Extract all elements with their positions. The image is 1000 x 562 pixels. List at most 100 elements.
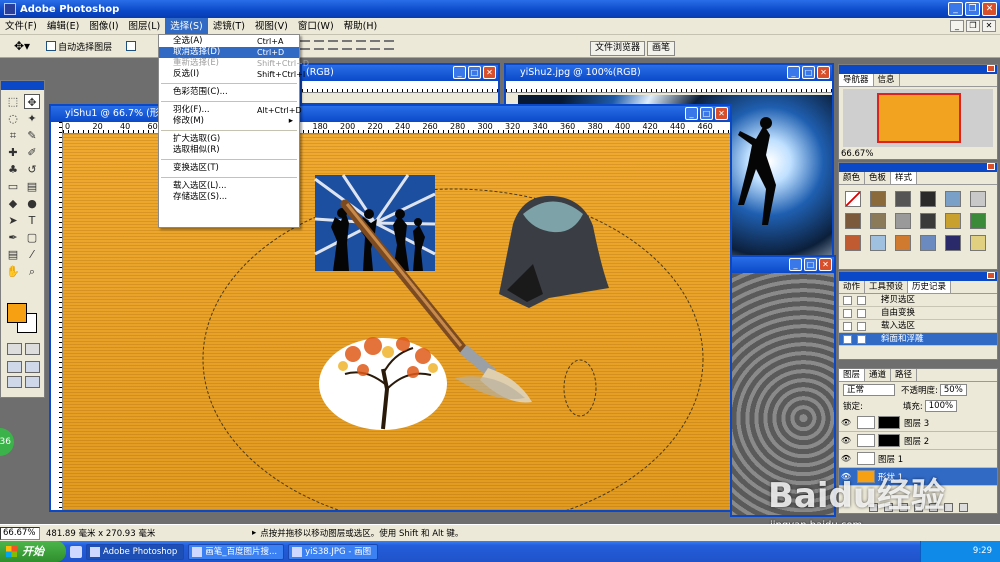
lasso-tool-icon[interactable]: ◌ <box>5 111 21 126</box>
style-swatch[interactable] <box>920 213 936 229</box>
history-row[interactable]: 自由变换 <box>839 307 997 320</box>
style-swatch[interactable] <box>970 213 986 229</box>
history-row[interactable]: 载入选区 <box>839 320 997 333</box>
menu-modify[interactable]: 修改(M) ▸ <box>159 116 299 127</box>
align-middle-icon[interactable] <box>314 40 324 50</box>
tab-layers[interactable]: 图层 <box>839 369 866 381</box>
mdi-minimize-button[interactable]: _ <box>950 20 964 32</box>
navigator-view-box[interactable] <box>877 93 961 143</box>
palette-header[interactable] <box>839 163 997 172</box>
pen-tool-icon[interactable]: ✒ <box>5 230 21 245</box>
doc-minimize-button[interactable]: _ <box>787 66 800 79</box>
restore-button[interactable]: ❐ <box>965 2 980 16</box>
menu-feather[interactable]: 羽化(F)... Alt+Ctrl+D <box>159 105 302 116</box>
layer-row[interactable]: 👁 图层 2 <box>839 432 997 450</box>
document-window-behind[interactable]: (RGB) _ □ ✕ <box>300 63 500 105</box>
screen-mode-1-icon[interactable] <box>7 361 22 373</box>
tab-history[interactable]: 历史记录 <box>908 281 952 293</box>
style-swatch[interactable] <box>970 235 986 251</box>
style-swatch[interactable] <box>870 235 886 251</box>
healing-brush-icon[interactable]: ✚ <box>5 145 21 160</box>
menu-select-all[interactable]: 全选(A) Ctrl+A <box>159 36 299 47</box>
history-checkbox[interactable] <box>843 296 852 305</box>
tab-paths[interactable]: 路径 <box>891 369 918 381</box>
gradient-tool-icon[interactable]: ▤ <box>24 179 40 194</box>
menu-filter[interactable]: 滤镜(T) <box>208 18 250 35</box>
menu-file[interactable]: 文件(F) <box>0 18 42 35</box>
doc-maximize-button[interactable]: □ <box>468 66 481 79</box>
imageready-icon[interactable] <box>25 376 40 388</box>
menu-edit[interactable]: 编辑(E) <box>42 18 84 35</box>
doc-maximize-button[interactable]: □ <box>700 107 713 120</box>
tab-channels[interactable]: 通道 <box>865 369 892 381</box>
tab-tool-presets[interactable]: 工具预设 <box>865 281 909 293</box>
menu-similar[interactable]: 选取相似(R) <box>159 145 299 156</box>
screen-mode-2-icon[interactable] <box>25 361 40 373</box>
zoom-tool-icon[interactable]: ⌕ <box>24 264 40 279</box>
doc-minimize-button[interactable]: _ <box>453 66 466 79</box>
menu-deselect[interactable]: 取消选择(D) Ctrl+D <box>159 47 299 58</box>
style-swatch[interactable] <box>845 191 861 207</box>
menu-layer[interactable]: 图层(L) <box>124 18 166 35</box>
toolbox-header[interactable] <box>1 81 44 90</box>
menu-load-selection[interactable]: 载入选区(L)... <box>159 181 299 192</box>
eye-icon[interactable]: 👁 <box>839 418 853 427</box>
task-paint[interactable]: yiS38.JPG - 画图 <box>288 543 379 560</box>
magic-wand-icon[interactable]: ✦ <box>24 111 40 126</box>
history-brush-icon[interactable]: ↺ <box>24 162 40 177</box>
style-swatch[interactable] <box>870 191 886 207</box>
style-swatch[interactable] <box>920 235 936 251</box>
type-tool-icon[interactable]: T <box>24 213 40 228</box>
dodge-tool-icon[interactable]: ● <box>24 196 40 211</box>
menu-reselect[interactable]: 重新选择(E) Shift+Ctrl+D <box>159 58 309 69</box>
menu-color-range[interactable]: 色彩范围(C)... <box>159 87 299 98</box>
doc-minimize-button[interactable]: _ <box>789 258 802 271</box>
history-row[interactable]: 拷贝选区 <box>839 294 997 307</box>
eyedropper-icon[interactable]: ⁄ <box>24 247 40 262</box>
hand-tool-icon[interactable]: ✋ <box>5 264 21 279</box>
tab-actions[interactable]: 动作 <box>839 281 866 293</box>
history-row-current[interactable]: 斜面和浮雕 <box>839 333 997 346</box>
doc-close-button[interactable]: ✕ <box>715 107 728 120</box>
menu-view[interactable]: 视图(V) <box>250 18 293 35</box>
tab-color[interactable]: 颜色 <box>839 172 866 184</box>
eye-icon[interactable]: 👁 <box>839 454 853 463</box>
screen-mode-3-icon[interactable] <box>7 376 22 388</box>
eye-icon[interactable]: 👁 <box>839 436 853 445</box>
history-checkbox[interactable] <box>843 322 852 331</box>
show-bounds-checkbox[interactable] <box>126 41 137 51</box>
palette-close-icon[interactable] <box>987 65 995 72</box>
tab-navigator[interactable]: 导航器 <box>839 74 874 86</box>
system-tray-clock[interactable]: 9:29 <box>920 541 1000 562</box>
start-button[interactable]: 开始 <box>0 541 66 562</box>
doc-close-button[interactable]: ✕ <box>817 66 830 79</box>
quickmask-mode-icon[interactable] <box>25 343 40 355</box>
task-photoshop[interactable]: Adobe Photoshop <box>86 543 185 560</box>
brushes-tab[interactable]: 画笔 <box>647 41 676 56</box>
navigator-thumbnail[interactable] <box>843 89 993 147</box>
navigator-zoom[interactable]: 66.67% <box>841 149 873 159</box>
minimize-button[interactable]: _ <box>948 2 963 16</box>
style-swatch[interactable] <box>970 191 986 207</box>
task-browser[interactable]: 画笔_百度图片搜... <box>188 543 285 560</box>
menu-select[interactable]: 选择(S) <box>165 17 208 35</box>
history-checkbox[interactable] <box>843 335 852 344</box>
distribute-2-icon[interactable] <box>356 40 366 50</box>
mdi-close-button[interactable]: ✕ <box>982 20 996 32</box>
palette-header[interactable] <box>839 65 997 74</box>
layer-row[interactable]: 👁 图层 1 <box>839 450 997 468</box>
auto-select-checkbox[interactable] <box>46 41 57 51</box>
quicklaunch-icon[interactable] <box>70 545 82 558</box>
style-swatch[interactable] <box>845 235 861 251</box>
blur-tool-icon[interactable]: ◆ <box>5 196 21 211</box>
file-browser-tab[interactable]: 文件浏览器 <box>590 41 646 56</box>
palette-header[interactable] <box>839 272 997 281</box>
path-select-icon[interactable]: ➤ <box>5 213 21 228</box>
menu-inverse[interactable]: 反选(I) Shift+Ctrl+I <box>159 69 305 80</box>
eraser-tool-icon[interactable]: ▭ <box>5 179 21 194</box>
notes-tool-icon[interactable]: ▤ <box>5 247 21 262</box>
menu-transform-selection[interactable]: 变换选区(T) <box>159 163 299 174</box>
layer-row[interactable]: 👁 图层 3 <box>839 414 997 432</box>
style-swatch[interactable] <box>945 191 961 207</box>
close-button[interactable]: ✕ <box>982 2 997 16</box>
